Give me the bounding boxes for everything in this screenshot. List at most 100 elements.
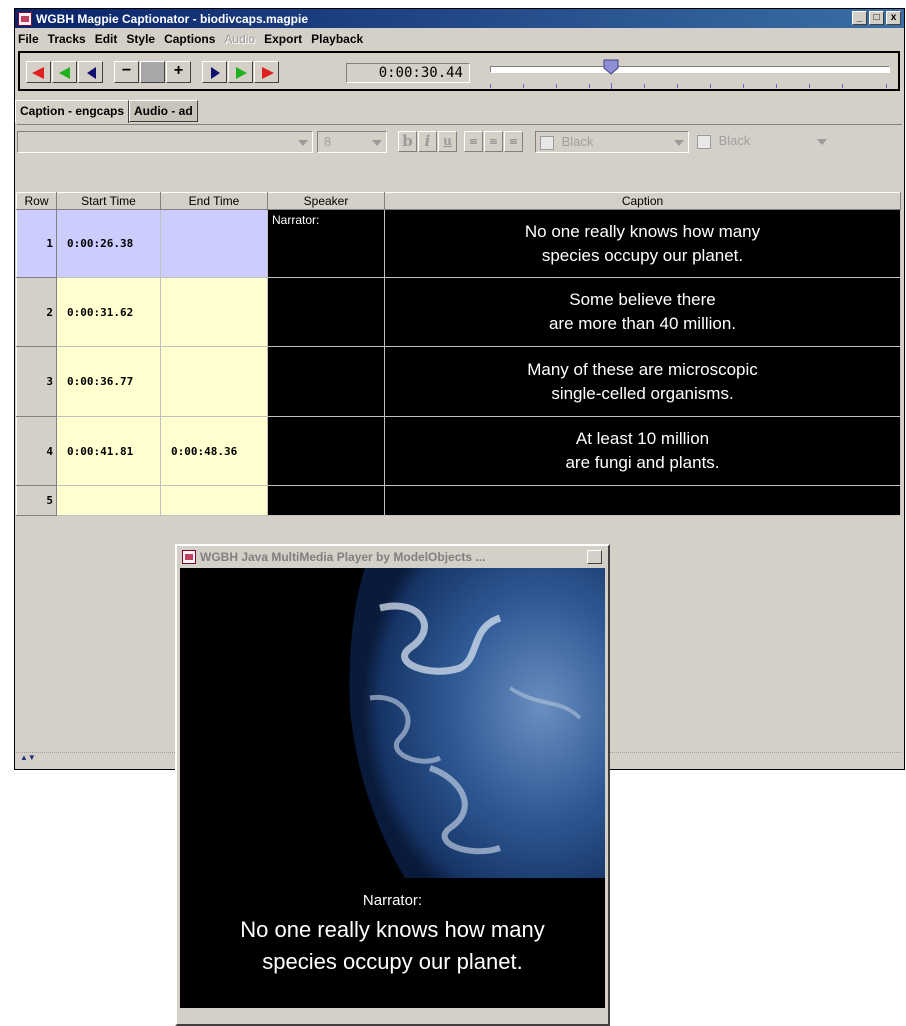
- rewind-fast-icon: [32, 67, 44, 79]
- timeline-slider-thumb[interactable]: [603, 59, 619, 75]
- player-close-button[interactable]: x: [587, 550, 602, 564]
- end-time-cell[interactable]: [160, 346, 268, 417]
- table-row[interactable]: 4 0:00:41.81 0:00:48.36 At least 10 mill…: [16, 416, 901, 486]
- maximize-button[interactable]: □: [869, 11, 884, 25]
- end-time-cell[interactable]: [160, 277, 268, 347]
- menu-edit[interactable]: Edit: [92, 32, 124, 46]
- underline-button[interactable]: u: [438, 131, 457, 152]
- text-color-value: Black: [561, 134, 594, 149]
- align-right-icon: ≡: [508, 135, 519, 148]
- end-time-cell[interactable]: 0:00:48.36: [160, 416, 268, 486]
- minimize-button[interactable]: _: [852, 11, 867, 25]
- align-left-button[interactable]: ≡: [464, 131, 483, 152]
- background-color-select[interactable]: Black: [693, 131, 843, 153]
- start-time-cell[interactable]: [56, 485, 161, 516]
- speaker-cell[interactable]: Narrator:: [267, 209, 385, 278]
- play-button[interactable]: [228, 61, 253, 83]
- menu-style[interactable]: Style: [123, 32, 161, 46]
- caption-line-1: No one really knows how many: [524, 221, 761, 241]
- background-color-checkbox[interactable]: [697, 134, 711, 149]
- col-header-row[interactable]: Row: [16, 192, 57, 210]
- caption-cell[interactable]: Many of these are microscopic single-cel…: [384, 346, 901, 417]
- close-button[interactable]: x: [886, 11, 901, 25]
- menu-tracks[interactable]: Tracks: [45, 32, 92, 46]
- align-right-button[interactable]: ≡: [504, 131, 523, 152]
- align-left-icon: ≡: [468, 135, 479, 148]
- start-time-cell[interactable]: 0:00:26.38: [56, 209, 161, 278]
- row-number[interactable]: 5: [16, 485, 57, 516]
- caption-line-1: At least 10 million: [575, 429, 710, 448]
- background-color-value: Black: [718, 133, 751, 148]
- decrease-button[interactable]: −: [114, 61, 139, 83]
- chevron-down-icon: [674, 140, 684, 146]
- caption-cell[interactable]: No one really knows how many species occ…: [384, 209, 901, 278]
- italic-button[interactable]: i: [418, 131, 437, 152]
- stop-button[interactable]: [140, 61, 165, 83]
- rewind-fast-button[interactable]: [26, 61, 51, 83]
- start-time-cell[interactable]: 0:00:41.81: [56, 416, 161, 486]
- caption-cell[interactable]: At least 10 million are fungi and plants…: [384, 416, 901, 486]
- start-time-cell[interactable]: 0:00:36.77: [56, 346, 161, 417]
- speaker-cell[interactable]: [267, 485, 385, 516]
- menu-export[interactable]: Export: [261, 32, 308, 46]
- speaker-cell[interactable]: [267, 277, 385, 347]
- player-title-bar[interactable]: WGBH Java MultiMedia Player by ModelObje…: [179, 548, 606, 566]
- rewind-button[interactable]: [52, 61, 77, 83]
- timeline-slider[interactable]: [490, 66, 890, 73]
- font-family-select[interactable]: [17, 131, 313, 153]
- caption-line-1: Some believe there: [569, 290, 716, 309]
- main-title-bar[interactable]: WGBH Magpie Captionator - biodivcaps.mag…: [15, 9, 904, 28]
- menu-file[interactable]: File: [15, 32, 45, 46]
- col-header-end-time[interactable]: End Time: [160, 192, 268, 210]
- row-number[interactable]: 3: [16, 346, 57, 417]
- table-row[interactable]: 2 0:00:31.62 Some believe there are more…: [16, 277, 901, 347]
- video-area[interactable]: Narrator: No one really knows how many s…: [180, 568, 605, 1008]
- increase-button[interactable]: +: [166, 61, 191, 83]
- font-size-select[interactable]: 8: [317, 131, 387, 153]
- table-row[interactable]: 1 0:00:26.38 Narrator: No one really kno…: [16, 209, 901, 278]
- row-number[interactable]: 1: [16, 209, 57, 278]
- fast-forward-button[interactable]: [254, 61, 279, 83]
- caption-cell[interactable]: [384, 485, 901, 516]
- player-title: WGBH Java MultiMedia Player by ModelObje…: [200, 550, 486, 564]
- align-center-button[interactable]: ≡: [484, 131, 503, 152]
- tab-caption-engcaps[interactable]: Caption - engcaps: [15, 100, 130, 123]
- magpie-app-icon: [18, 11, 32, 26]
- caption-line-1: Many of these are microscopic: [527, 359, 758, 379]
- player-caption: No one really knows how many species occ…: [180, 914, 605, 978]
- table-row[interactable]: 3 0:00:36.77 Many of these are microscop…: [16, 346, 901, 417]
- col-header-caption[interactable]: Caption: [384, 192, 901, 210]
- caption-cell[interactable]: Some believe there are more than 40 mill…: [384, 277, 901, 347]
- menu-audio: Audio: [224, 32, 256, 46]
- fast-forward-icon: [262, 67, 274, 79]
- step-forward-icon: [211, 67, 220, 79]
- speaker-cell[interactable]: [267, 416, 385, 486]
- speaker-cell[interactable]: [267, 346, 385, 417]
- menu-captions[interactable]: Captions: [161, 32, 221, 46]
- step-back-button[interactable]: [78, 61, 103, 83]
- format-toolbar: 8 b i u ≡ ≡ ≡ Black Black: [17, 124, 902, 157]
- table-row[interactable]: 5: [16, 485, 901, 516]
- bold-button[interactable]: b: [398, 131, 417, 152]
- tab-audio-ad[interactable]: Audio - ad: [129, 100, 198, 122]
- col-header-start-time[interactable]: Start Time: [56, 192, 161, 210]
- start-time-cell[interactable]: 0:00:31.62: [56, 277, 161, 347]
- text-color-select[interactable]: Black: [535, 131, 689, 153]
- end-time-cell[interactable]: [160, 209, 268, 278]
- track-tabs: Caption - engcaps Audio - ad: [15, 100, 198, 123]
- row-number[interactable]: 2: [16, 277, 57, 347]
- split-arrows-icon[interactable]: ▲▼: [20, 753, 36, 762]
- magpie-app-icon: [182, 550, 196, 564]
- end-time-cell[interactable]: [160, 485, 268, 516]
- align-center-icon: ≡: [488, 135, 499, 148]
- chevron-down-icon: [372, 140, 382, 146]
- step-forward-button[interactable]: [202, 61, 227, 83]
- caption-line-2: are more than 40 million.: [548, 314, 737, 333]
- col-header-speaker[interactable]: Speaker: [267, 192, 385, 210]
- step-back-icon: [87, 67, 96, 79]
- caption-line-2: are fungi and plants.: [565, 453, 720, 472]
- text-color-checkbox[interactable]: [540, 135, 554, 150]
- row-number[interactable]: 4: [16, 416, 57, 486]
- menu-playback[interactable]: Playback: [308, 32, 369, 46]
- caption-line-2: species occupy our planet.: [541, 245, 744, 265]
